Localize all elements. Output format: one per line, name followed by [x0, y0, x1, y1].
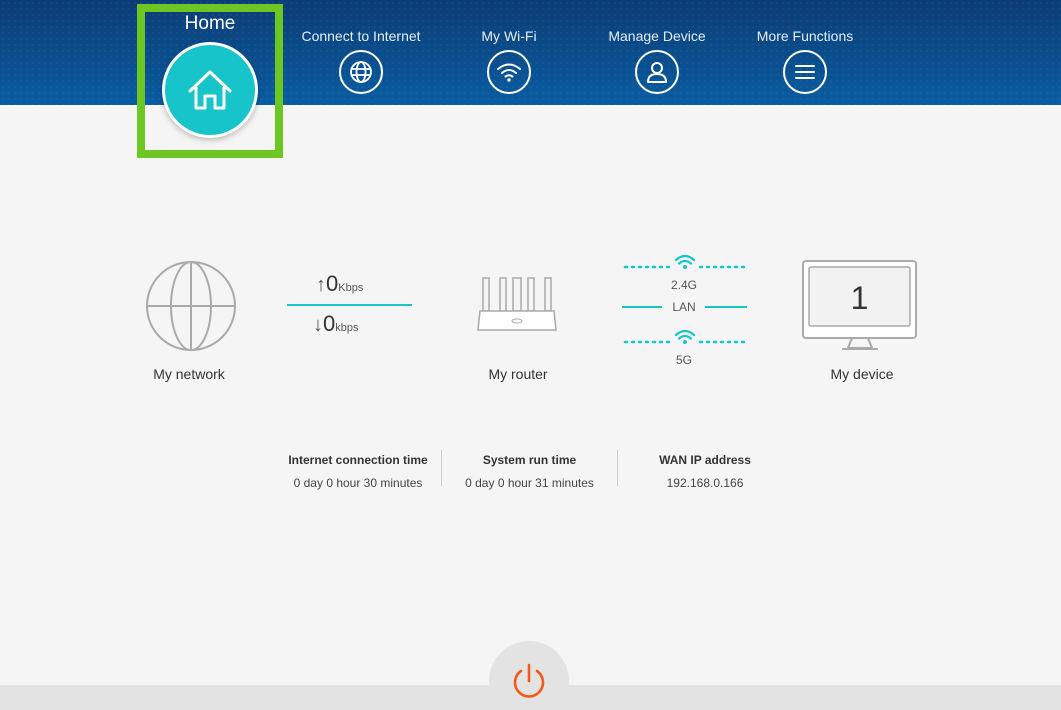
stat-value: 0 day 0 hour 30 minutes: [293, 476, 423, 490]
router-icon[interactable]: [476, 276, 558, 334]
power-button[interactable]: [489, 641, 569, 710]
my-network-globe-icon[interactable]: [145, 260, 237, 352]
nav-wifi-label: My Wi-Fi: [481, 28, 537, 44]
wifi-5g-link: [623, 329, 750, 344]
globe-icon[interactable]: [339, 50, 383, 94]
nav-manage-label: Manage Device: [608, 28, 706, 44]
stat-wan-ip-address: WAN IP address 192.168.0.166: [618, 450, 792, 490]
wifi-24g-link: [623, 254, 750, 269]
my-device-label[interactable]: My device: [812, 366, 912, 382]
device-count[interactable]: 1: [809, 280, 910, 317]
download-rate: ↓0kbps: [313, 311, 359, 337]
status-summary: Internet connection time 0 day 0 hour 30…: [275, 450, 792, 490]
nav-connect-to-internet[interactable]: Connect to Internet: [286, 0, 436, 94]
stat-system-run-time: System run time 0 day 0 hour 31 minutes: [442, 450, 617, 490]
stat-title: System run time: [482, 453, 577, 467]
stat-value: 192.168.0.166: [666, 476, 744, 490]
band-24g-label: 2.4G: [670, 278, 697, 292]
my-network-label[interactable]: My network: [139, 366, 239, 382]
band-5g-label: 5G: [675, 353, 692, 367]
rate-divider: [287, 304, 412, 306]
stat-internet-connection-time: Internet connection time 0 day 0 hour 30…: [275, 450, 441, 490]
nav-my-wifi[interactable]: My Wi-Fi: [434, 0, 584, 94]
lan-line-left: [622, 306, 662, 308]
upload-rate: ↑0Kbps: [316, 271, 363, 297]
nav-more-label: More Functions: [756, 28, 854, 44]
my-router-label[interactable]: My router: [468, 366, 568, 382]
nav-home[interactable]: Home: [137, 0, 283, 138]
upload-unit: Kbps: [338, 282, 364, 294]
wifi-icon[interactable]: [487, 50, 531, 94]
stat-title: Internet connection time: [288, 453, 428, 467]
upload-value: 0: [326, 271, 339, 296]
stat-value: 0 day 0 hour 31 minutes: [465, 476, 594, 490]
upload-arrow-icon: ↑: [316, 274, 326, 296]
user-icon[interactable]: [635, 50, 679, 94]
nav-connect-label: Connect to Internet: [301, 28, 421, 44]
lan-line-right: [705, 306, 747, 308]
download-arrow-icon: ↓: [313, 314, 323, 336]
band-lan-label: LAN: [672, 300, 696, 314]
nav-more-functions[interactable]: More Functions: [730, 0, 880, 94]
power-icon: [513, 663, 545, 698]
stat-title: WAN IP address: [659, 453, 751, 467]
home-icon[interactable]: [162, 42, 258, 138]
nav-home-label: Home: [184, 13, 236, 34]
nav-manage-device[interactable]: Manage Device: [582, 0, 732, 94]
download-value: 0: [323, 311, 336, 336]
menu-icon[interactable]: [783, 50, 827, 94]
download-unit: kbps: [335, 322, 359, 334]
